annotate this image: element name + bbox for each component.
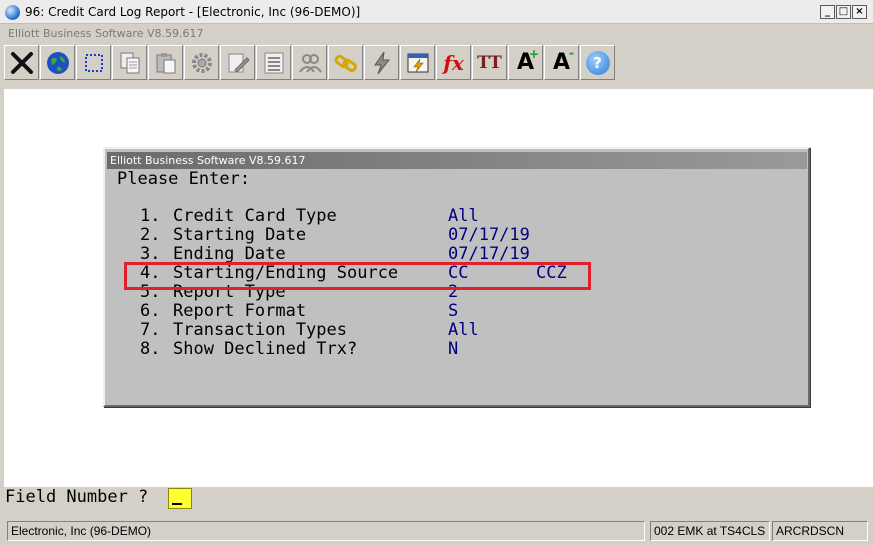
globe-icon [46, 51, 69, 74]
app-version-label: Elliott Business Software V8.59.617 [8, 27, 204, 40]
field-number-label: Field Number ? [5, 487, 149, 507]
font-size-icon: TT [477, 52, 502, 73]
text-cursor [172, 503, 182, 505]
list-button[interactable] [256, 45, 291, 80]
field-number-input[interactable] [168, 488, 192, 509]
status-company: Electronic, Inc (96-DEMO) [7, 521, 645, 541]
font-decrease-icon: A [552, 50, 571, 75]
maximize-button[interactable]: □ [836, 5, 851, 19]
field-row-label: Starting Date [173, 225, 307, 245]
exit-button[interactable] [4, 45, 39, 80]
function-icon: fx [443, 50, 464, 75]
link-icon [333, 54, 357, 72]
settings-button[interactable] [184, 45, 219, 80]
plus-icon: + [528, 47, 539, 61]
copy-icon [120, 52, 139, 73]
paste-icon [156, 52, 175, 73]
web-button[interactable] [40, 45, 75, 80]
field-row-value: 07/17/19 [448, 225, 530, 245]
dialog-title: Elliott Business Software V8.59.617 [107, 152, 807, 169]
close-x-icon [10, 51, 33, 74]
minimize-button[interactable]: _ [820, 5, 835, 19]
calendar-button[interactable] [400, 45, 435, 80]
link-button[interactable] [328, 45, 363, 80]
lightning-icon [373, 51, 390, 74]
field-row-value: N [448, 339, 459, 359]
field-row-label: Transaction Types [173, 320, 347, 340]
calendar-icon [407, 53, 428, 72]
window-title: 96: Credit Card Log Report - [Electronic… [25, 5, 361, 19]
field-row-number: 2. [140, 225, 161, 245]
highlight-box [124, 262, 591, 290]
users-icon [298, 53, 322, 73]
font-button[interactable]: TT [472, 45, 507, 80]
gear-icon [191, 52, 212, 73]
dialog-prompt: Please Enter: [117, 169, 251, 189]
select-box-icon [84, 53, 103, 72]
list-icon [264, 52, 283, 73]
app-icon [5, 5, 20, 20]
field-row-label: Report Format [173, 301, 307, 321]
function-button[interactable]: fx [436, 45, 471, 80]
toolbar: fx TT A + A - ? [4, 45, 615, 83]
close-button[interactable]: × [852, 5, 867, 19]
status-user: 002 EMK at TS4CLS [650, 521, 770, 541]
status-bar: Electronic, Inc (96-DEMO) 002 EMK at TS4… [0, 520, 873, 542]
window-controls: _ □ × [820, 5, 867, 19]
field-row-number: 8. [140, 339, 161, 359]
field-row-number: 6. [140, 301, 161, 321]
field-row-value: All [448, 320, 479, 340]
paste-button[interactable] [148, 45, 183, 80]
users-button[interactable] [292, 45, 327, 80]
field-row-value: S [448, 301, 459, 321]
font-increase-button[interactable]: A + [508, 45, 543, 80]
field-row-label: Show Declined Trx? [173, 339, 358, 359]
copy-button[interactable] [112, 45, 147, 80]
field-row-number: 7. [140, 320, 161, 340]
field-row-number: 1. [140, 206, 161, 226]
minus-icon: - [569, 46, 574, 60]
field-row-value: All [448, 206, 479, 226]
status-program: ARCRDSCN [772, 521, 868, 541]
field-row-label: Credit Card Type [173, 206, 337, 226]
font-decrease-button[interactable]: A - [544, 45, 579, 80]
edit-button[interactable] [220, 45, 255, 80]
select-button[interactable] [76, 45, 111, 80]
help-icon: ? [585, 50, 610, 75]
edit-icon [228, 53, 250, 73]
help-button[interactable]: ? [580, 45, 615, 80]
quick-button[interactable] [364, 45, 399, 80]
window-titlebar: 96: Credit Card Log Report - [Electronic… [0, 0, 873, 24]
